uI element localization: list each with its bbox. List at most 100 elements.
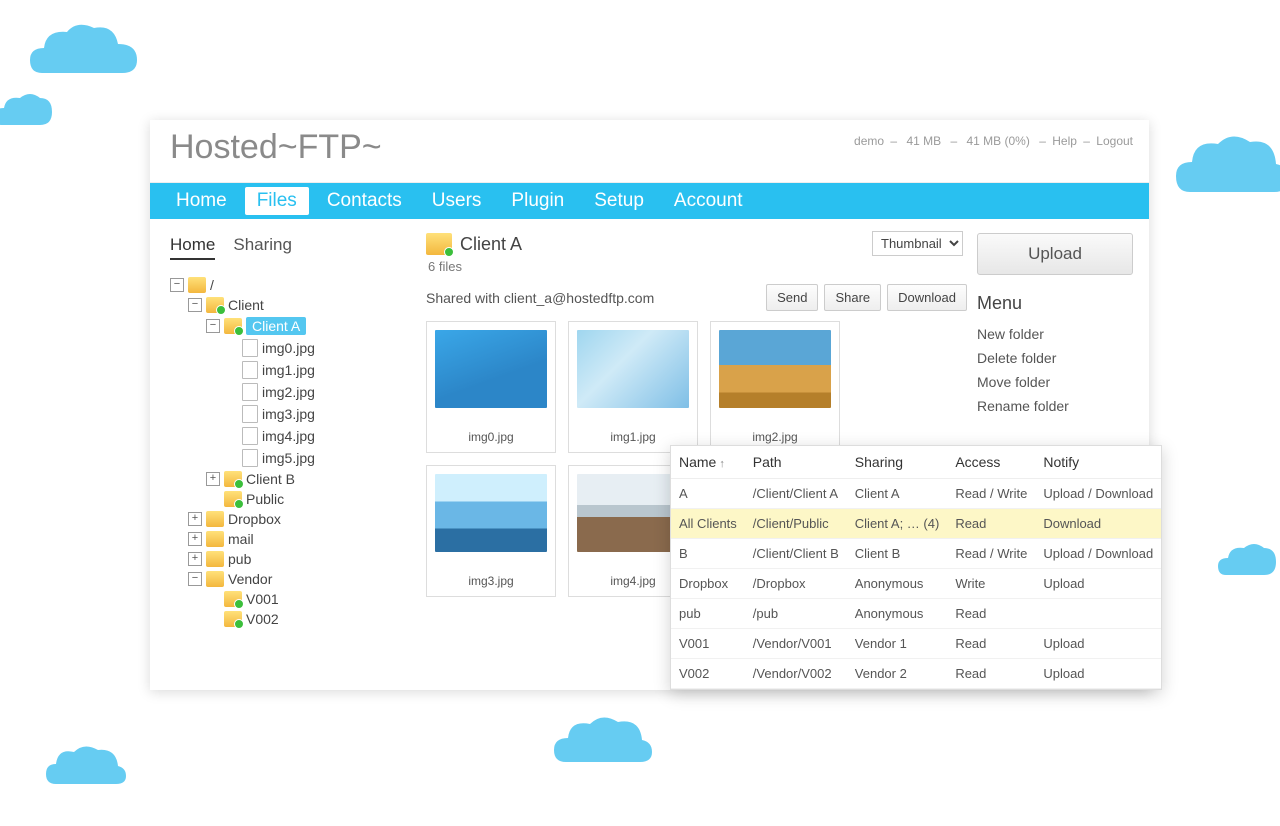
cloud-decoration (548, 710, 658, 780)
table-cell: Upload / Download (1035, 479, 1161, 509)
table-row[interactable]: B/Client/Client BClient BRead / WriteUpl… (671, 539, 1161, 569)
tree-public[interactable]: Public (246, 491, 284, 507)
thumbnail-image (719, 330, 831, 408)
expand-icon[interactable]: + (206, 472, 220, 486)
logout-link[interactable]: Logout (1096, 134, 1133, 148)
thumbnail-item[interactable]: img1.jpg (568, 321, 698, 453)
menu-item[interactable]: Delete folder (977, 346, 1133, 370)
nav-account[interactable]: Account (662, 187, 755, 215)
table-header[interactable]: Sharing (847, 446, 948, 479)
nav-contacts[interactable]: Contacts (315, 187, 414, 215)
expand-icon[interactable]: + (188, 512, 202, 526)
nav-setup[interactable]: Setup (582, 187, 656, 215)
table-cell: V002 (671, 659, 745, 689)
subtab-home[interactable]: Home (170, 235, 215, 260)
tree-file[interactable]: img2.jpg (262, 384, 315, 400)
tree-root[interactable]: / (210, 277, 214, 293)
folder-icon (206, 551, 224, 567)
cloud-decoration (1214, 540, 1280, 590)
folder-shared-icon (224, 591, 242, 607)
download-button[interactable]: Download (887, 284, 967, 311)
tree-file[interactable]: img5.jpg (262, 450, 315, 466)
subtabs: HomeSharing (170, 235, 410, 255)
nav-files[interactable]: Files (245, 187, 309, 215)
tree-file[interactable]: img0.jpg (262, 340, 315, 356)
table-header[interactable]: Name (671, 446, 745, 479)
send-button[interactable]: Send (766, 284, 818, 311)
table-row[interactable]: V002/Vendor/V002Vendor 2ReadUpload (671, 659, 1161, 689)
nav-home[interactable]: Home (164, 187, 239, 215)
table-row[interactable]: A/Client/Client AClient ARead / WriteUpl… (671, 479, 1161, 509)
table-cell: Client B (847, 539, 948, 569)
table-cell: Client A; … (4) (847, 509, 948, 539)
sharing-table-popup: NamePathSharingAccessNotify A/Client/Cli… (670, 445, 1162, 690)
expand-icon[interactable]: − (170, 278, 184, 292)
tree-client-b[interactable]: Client B (246, 471, 295, 487)
share-button[interactable]: Share (824, 284, 881, 311)
table-cell: Upload (1035, 629, 1161, 659)
table-row[interactable]: Dropbox/DropboxAnonymousWriteUpload (671, 569, 1161, 599)
table-cell: All Clients (671, 509, 745, 539)
table-cell: B (671, 539, 745, 569)
folder-title: Client A (460, 234, 522, 255)
table-cell: Vendor 1 (847, 629, 948, 659)
status-user[interactable]: demo (854, 134, 884, 148)
table-row[interactable]: pub/pubAnonymousRead (671, 599, 1161, 629)
tree-client[interactable]: Client (228, 297, 264, 313)
folder-icon (206, 531, 224, 547)
shared-with-text: Shared with client_a@hostedftp.com (426, 290, 654, 306)
help-link[interactable]: Help (1052, 134, 1077, 148)
table-cell: Vendor 2 (847, 659, 948, 689)
tree-client-a[interactable]: Client A (246, 317, 306, 335)
view-mode-select[interactable]: Thumbnail (872, 231, 963, 256)
folder-icon (188, 277, 206, 293)
tree-dropbox[interactable]: Dropbox (228, 511, 281, 527)
table-row[interactable]: V001/Vendor/V001Vendor 1ReadUpload (671, 629, 1161, 659)
menu-item[interactable]: New folder (977, 322, 1133, 346)
menu-list: New folderDelete folderMove folderRename… (977, 322, 1133, 418)
thumbnail-image (577, 330, 689, 408)
file-icon (242, 339, 258, 357)
table-cell: Upload (1035, 659, 1161, 689)
nav-plugin[interactable]: Plugin (499, 187, 576, 215)
subtab-sharing[interactable]: Sharing (233, 235, 292, 254)
expand-icon[interactable]: − (188, 572, 202, 586)
thumbnail-caption: img3.jpg (435, 574, 547, 588)
file-icon (242, 427, 258, 445)
menu-item[interactable]: Move folder (977, 370, 1133, 394)
cloud-decoration (0, 90, 60, 140)
file-icon (242, 383, 258, 401)
thumbnail-item[interactable]: img0.jpg (426, 321, 556, 453)
table-header[interactable]: Notify (1035, 446, 1161, 479)
expand-icon[interactable]: + (188, 532, 202, 546)
folder-shared-icon (224, 318, 242, 334)
menu-title: Menu (977, 293, 1133, 314)
tree-file[interactable]: img1.jpg (262, 362, 315, 378)
folder-shared-icon (426, 233, 452, 255)
tree-file[interactable]: img3.jpg (262, 406, 315, 422)
tree-file[interactable]: img4.jpg (262, 428, 315, 444)
upload-button[interactable]: Upload (977, 233, 1133, 275)
table-cell: A (671, 479, 745, 509)
tree-v001[interactable]: V001 (246, 591, 279, 607)
thumbnail-item[interactable]: img2.jpg (710, 321, 840, 453)
table-cell: /pub (745, 599, 847, 629)
table-cell: V001 (671, 629, 745, 659)
file-icon (242, 361, 258, 379)
thumbnail-item[interactable]: img3.jpg (426, 465, 556, 597)
tree-mail[interactable]: mail (228, 531, 254, 547)
tree-pub[interactable]: pub (228, 551, 251, 567)
tree-v002[interactable]: V002 (246, 611, 279, 627)
expand-icon[interactable]: − (188, 298, 202, 312)
menu-item[interactable]: Rename folder (977, 394, 1133, 418)
table-cell: Anonymous (847, 569, 948, 599)
tree-vendor[interactable]: Vendor (228, 571, 272, 587)
table-header[interactable]: Path (745, 446, 847, 479)
nav-users[interactable]: Users (420, 187, 494, 215)
brand-logo: Hosted~FTP~ (170, 128, 382, 167)
table-row[interactable]: All Clients/Client/PublicClient A; … (4)… (671, 509, 1161, 539)
table-header[interactable]: Access (947, 446, 1035, 479)
table-cell (1035, 599, 1161, 629)
expand-icon[interactable]: − (206, 319, 220, 333)
expand-icon[interactable]: + (188, 552, 202, 566)
